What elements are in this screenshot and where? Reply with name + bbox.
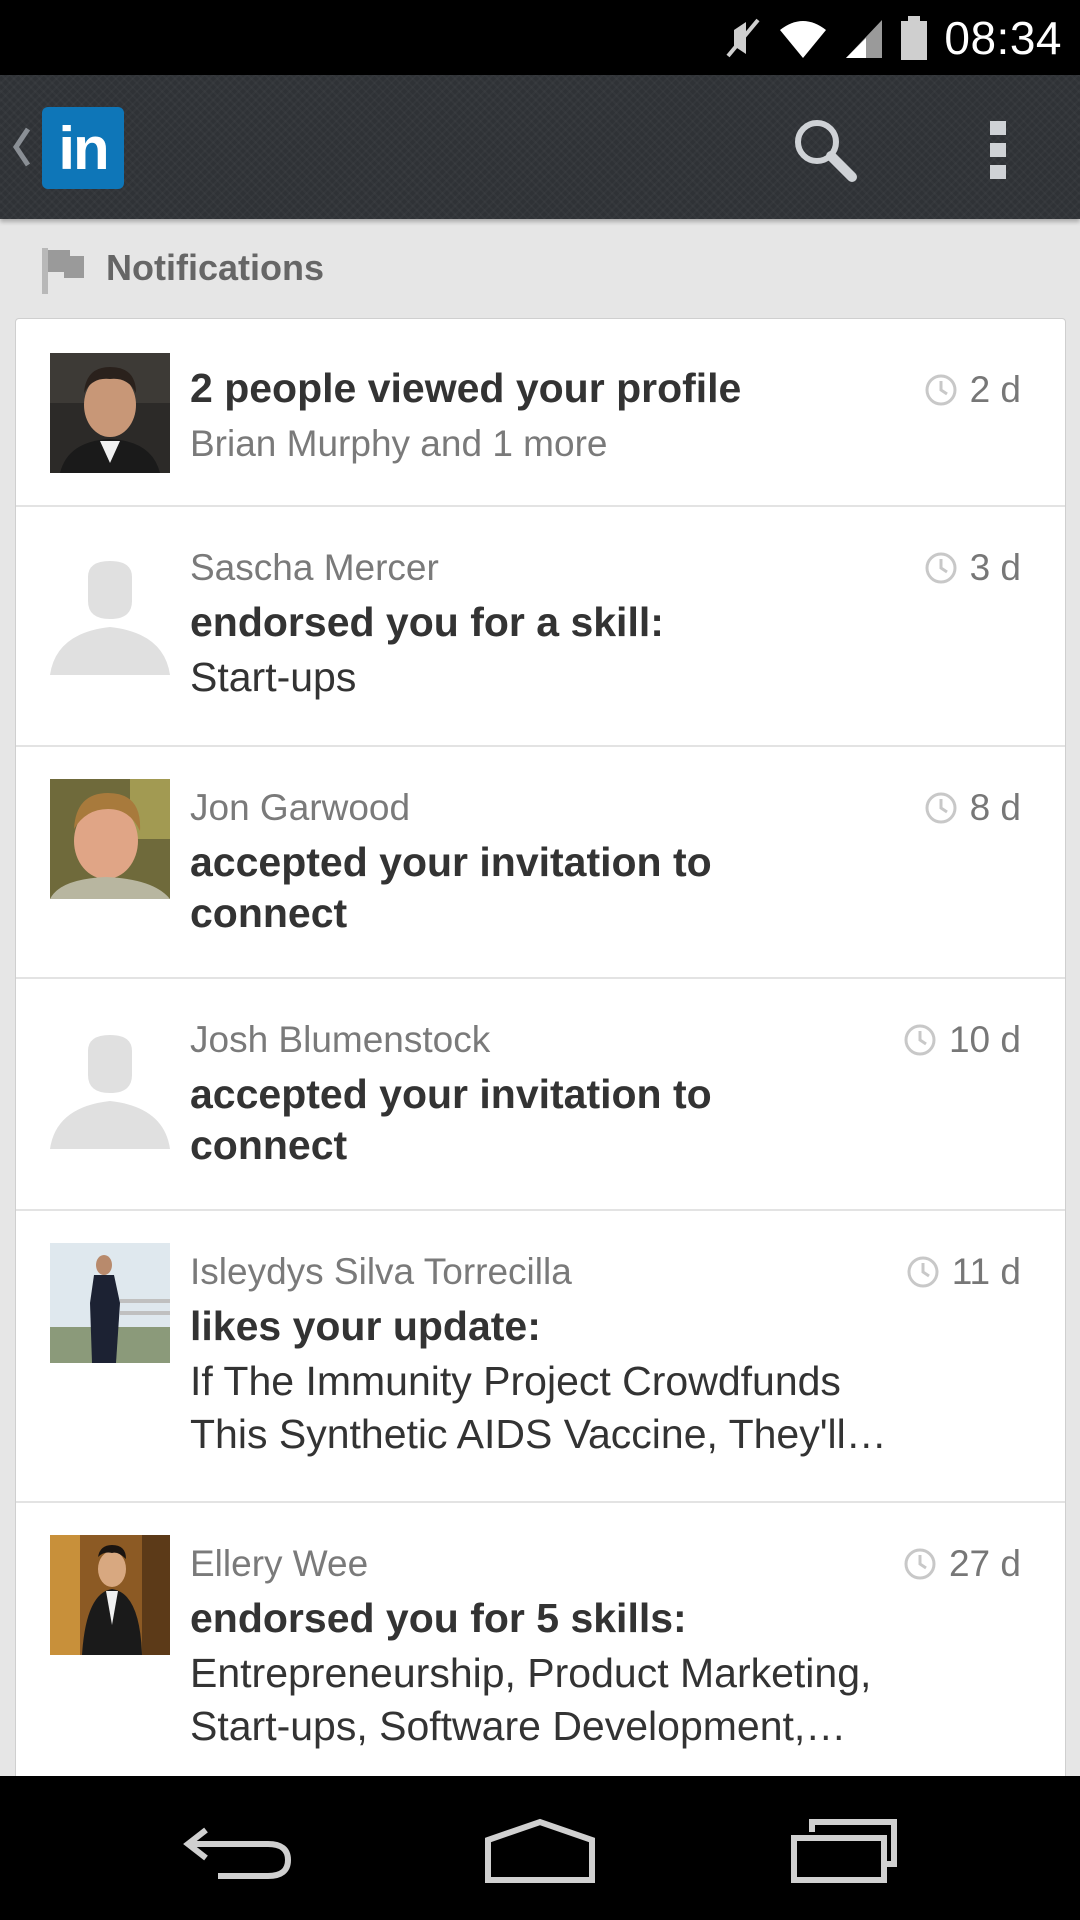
timestamp: 3 d — [924, 547, 1021, 589]
clock-icon — [925, 374, 957, 406]
avatar — [50, 779, 170, 899]
battery-icon — [901, 15, 928, 60]
person-name: Sascha Mercer — [190, 547, 439, 588]
flag-icon — [42, 248, 84, 294]
overflow-menu-icon[interactable] — [980, 115, 1016, 185]
clock-icon — [904, 1548, 936, 1580]
time-label: 2 d — [969, 369, 1021, 410]
avatar-placeholder — [50, 1029, 170, 1149]
notification-subtitle: Brian Murphy and 1 more — [190, 423, 608, 464]
back-icon[interactable] — [180, 1816, 300, 1886]
notification-detail: Start-ups — [190, 654, 357, 700]
home-icon[interactable] — [480, 1816, 600, 1886]
clock-icon — [925, 792, 957, 824]
status-time: 08:34 — [944, 11, 1062, 64]
search-icon[interactable] — [790, 115, 860, 185]
notification-action: endorsed you for 5 skills: — [190, 1595, 687, 1641]
timestamp: 2 d — [924, 369, 1021, 411]
avatar — [50, 1535, 170, 1655]
timestamp: 27 d — [903, 1543, 1021, 1585]
list-item[interactable]: Josh Blumenstock accepted your invitatio… — [16, 977, 1065, 1211]
time-label: 8 d — [969, 787, 1021, 828]
person-name: Jon Garwood — [190, 787, 411, 828]
recent-apps-icon[interactable] — [786, 1816, 906, 1886]
clock-icon — [907, 1256, 939, 1288]
timestamp: 10 d — [903, 1019, 1021, 1061]
avatar-placeholder — [50, 555, 170, 675]
notifications-list: 2 people viewed your profile Brian Murph… — [15, 318, 1066, 1779]
person-name: Ellery Wee — [190, 1543, 369, 1584]
time-label: 11 d — [951, 1251, 1021, 1292]
person-name: Josh Blumenstock — [190, 1019, 491, 1060]
mute-icon — [726, 18, 760, 57]
avatar — [50, 353, 170, 473]
time-label: 27 d — [948, 1543, 1021, 1584]
timestamp: 11 d — [906, 1251, 1021, 1293]
notification-detail: If The Immunity Project Crowdfunds — [190, 1358, 841, 1404]
notification-detail: This Synthetic AIDS Vaccine, They'll… — [190, 1411, 887, 1457]
linkedin-logo[interactable]: in — [42, 107, 124, 189]
notification-action: connect — [190, 890, 348, 936]
list-item[interactable]: Jon Garwood accepted your invitation to … — [16, 745, 1065, 979]
notification-action: endorsed you for a skill: — [190, 599, 664, 645]
navigation-bar — [0, 1776, 1080, 1920]
notification-action: likes your update: — [190, 1303, 541, 1349]
logo-text: in — [58, 114, 109, 182]
timestamp: 8 d — [924, 787, 1021, 829]
notification-detail: Start-ups, Software Development,… — [190, 1703, 847, 1749]
list-item[interactable]: Sascha Mercer endorsed you for a skill: … — [16, 505, 1065, 747]
list-item[interactable]: 2 people viewed your profile Brian Murph… — [16, 319, 1065, 507]
notification-action: connect — [190, 1122, 348, 1168]
signal-icon — [846, 19, 883, 58]
notification-action: accepted your invitation to — [190, 839, 712, 885]
notification-action: accepted your invitation to — [190, 1071, 712, 1117]
clock-icon — [904, 1024, 936, 1056]
up-caret-icon[interactable] — [10, 117, 34, 177]
wifi-icon — [780, 20, 827, 58]
person-name: Isleydys Silva Torrecilla — [190, 1251, 572, 1292]
section-title: Notifications — [106, 247, 325, 288]
status-bar: 08:34 — [0, 0, 1080, 75]
list-item[interactable]: Ellery Wee endorsed you for 5 skills: En… — [16, 1501, 1065, 1779]
avatar — [50, 1243, 170, 1363]
notification-detail: Entrepreneurship, Product Marketing, — [190, 1650, 872, 1696]
notification-title: 2 people viewed your profile — [190, 365, 742, 411]
list-item[interactable]: Isleydys Silva Torrecilla likes your upd… — [16, 1209, 1065, 1503]
time-label: 10 d — [948, 1019, 1021, 1060]
time-label: 3 d — [969, 547, 1021, 588]
clock-icon — [925, 552, 957, 584]
action-bar: in — [0, 75, 1080, 219]
